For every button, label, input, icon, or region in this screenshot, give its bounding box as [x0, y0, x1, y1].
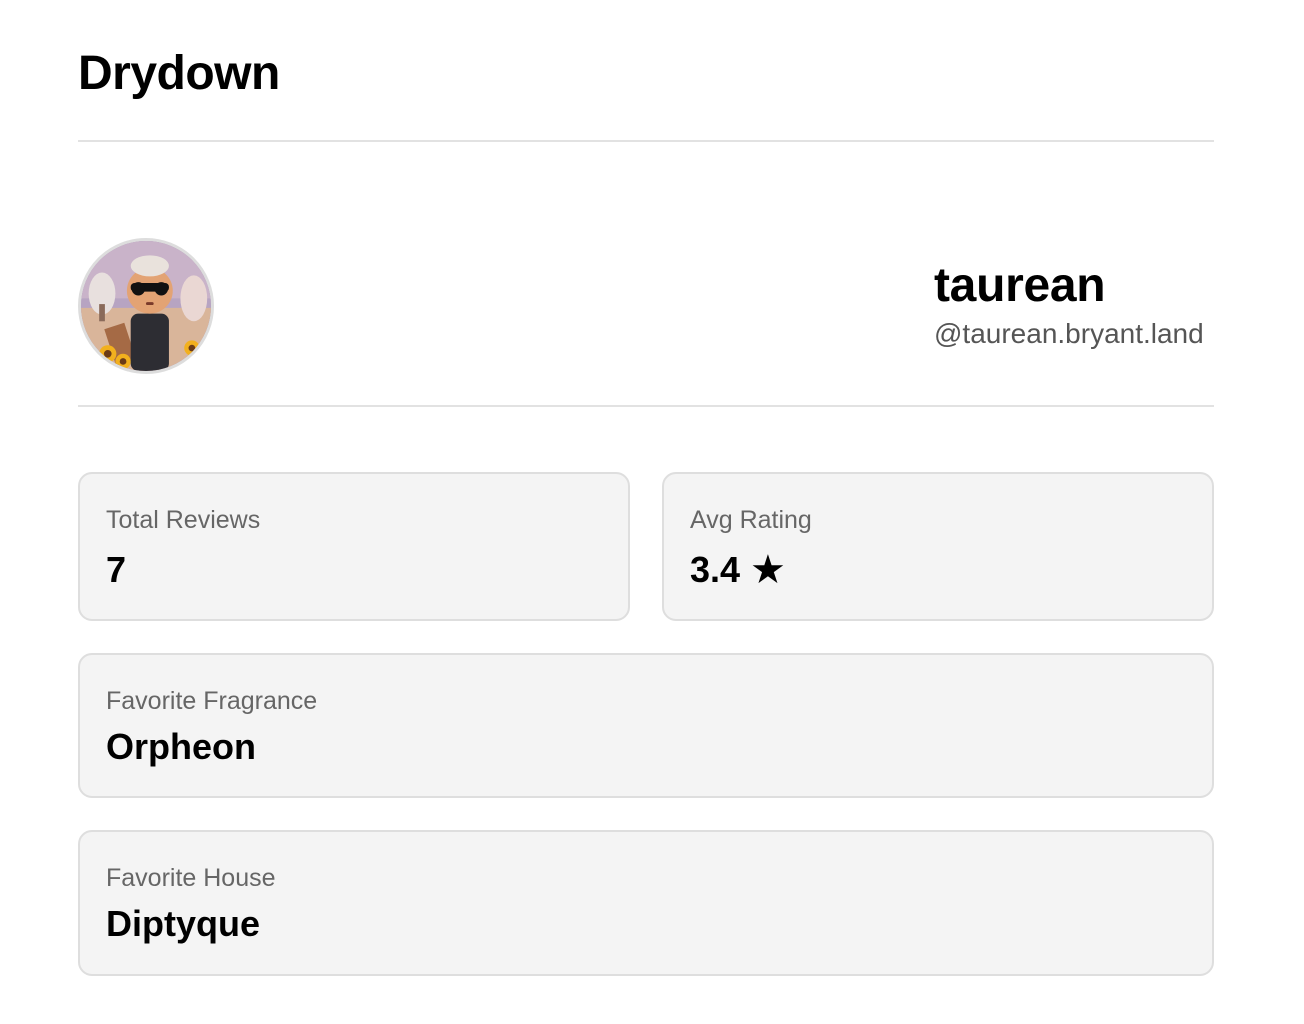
total-reviews-count: 7	[106, 549, 127, 590]
profile-identity: taurean @taurean.bryant.land	[934, 258, 1214, 352]
favorite-fragrance-card: Favorite Fragrance Orpheon	[78, 653, 1214, 798]
avg-rating-card: Avg Rating 3.4 ★	[662, 472, 1214, 621]
profile-page: Drydown taurean @taurean.bryant.land Tot…	[0, 0, 1304, 1024]
star-icon: ★	[750, 548, 786, 592]
favorite-fragrance-name: Orpheon	[106, 726, 256, 767]
user-handle[interactable]: @taurean.bryant.land	[934, 316, 1214, 352]
total-reviews-value: 7	[106, 548, 602, 592]
avg-rating-value: 3.4 ★	[690, 548, 1186, 592]
total-reviews-card: Total Reviews 7	[78, 472, 630, 621]
favorite-house-value: Diptyque	[106, 902, 1186, 946]
profile-divider	[78, 405, 1214, 407]
display-name: taurean	[934, 259, 1106, 312]
favorite-house-name: Diptyque	[106, 903, 261, 944]
avg-rating-label: Avg Rating	[690, 506, 812, 534]
total-reviews-label: Total Reviews	[106, 506, 261, 534]
header-divider	[78, 140, 1214, 142]
user-avatar	[78, 238, 214, 374]
favorite-house-card: Favorite House Diptyque	[78, 830, 1214, 976]
favorite-fragrance-label: Favorite Fragrance	[106, 687, 318, 715]
avg-rating-number: 3.4	[690, 549, 741, 590]
avatar-image	[81, 241, 211, 371]
favorite-fragrance-value: Orpheon	[106, 725, 1186, 769]
favorite-house-label: Favorite House	[106, 864, 276, 892]
app-title[interactable]: Drydown	[78, 44, 280, 104]
